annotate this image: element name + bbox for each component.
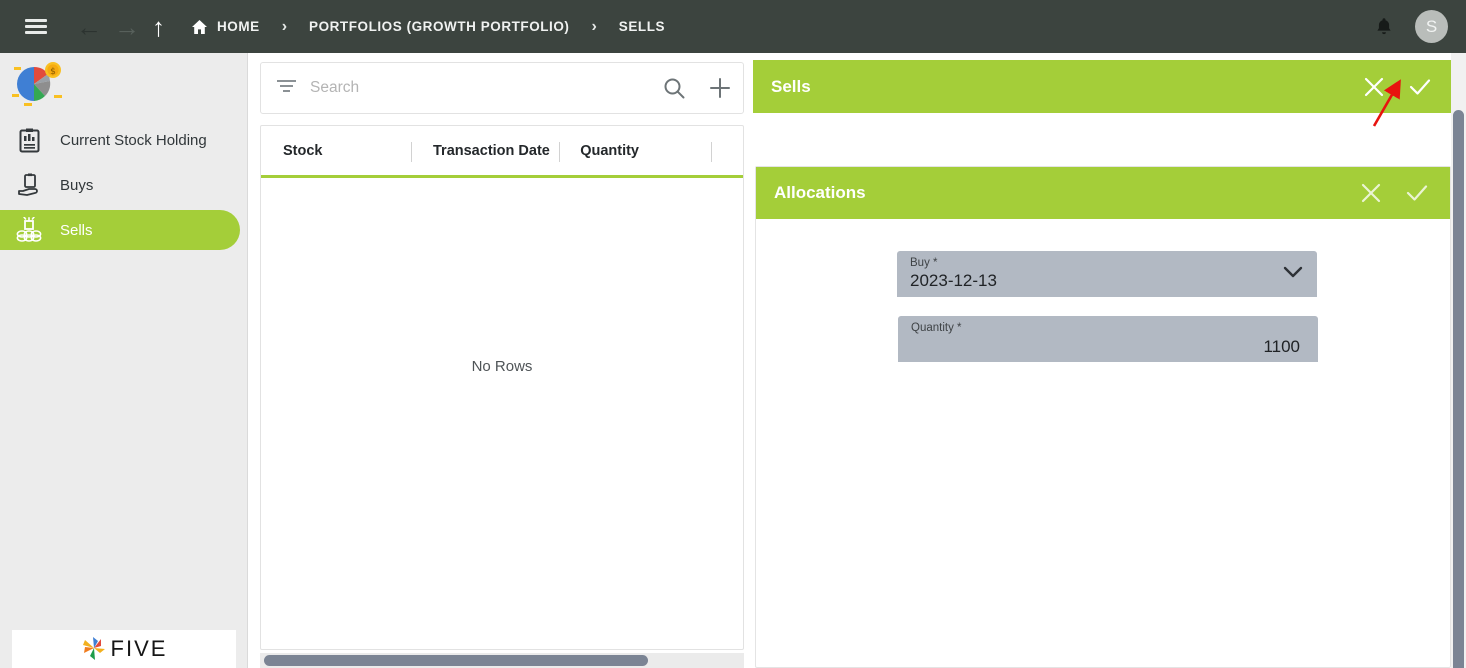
sidebar-item-label: Buys <box>60 176 94 194</box>
allocations-confirm-button[interactable] <box>1394 167 1440 219</box>
list-horizontal-scrollbar[interactable] <box>260 653 744 668</box>
search-input[interactable] <box>310 79 651 97</box>
breadcrumb-label: HOME <box>217 19 260 34</box>
sidebar: $ Current Stock Holding Buys Sells FIVE <box>0 53 248 668</box>
arrow-right-icon[interactable]: → <box>114 14 140 40</box>
home-icon <box>192 19 207 34</box>
column-divider[interactable] <box>711 142 712 162</box>
top-bar-right: S <box>1367 0 1466 53</box>
chevron-down-icon[interactable] <box>1283 265 1303 284</box>
hamburger-icon[interactable] <box>16 0 56 53</box>
allocations-panel-header: Allocations <box>756 167 1450 219</box>
column-divider[interactable] <box>411 142 412 162</box>
sells-panel-header: Sells <box>753 60 1453 113</box>
avatar-initial: S <box>1425 16 1438 36</box>
quantity-field-label: Quantity * <box>911 322 962 334</box>
avatar[interactable]: S <box>1415 10 1448 43</box>
bell-icon[interactable] <box>1367 0 1401 53</box>
arrow-left-icon[interactable]: ← <box>76 14 102 40</box>
pie-chart-coin-logo: $ <box>12 62 62 106</box>
sidebar-item-current-stock-holding[interactable]: Current Stock Holding <box>0 120 240 160</box>
list-horizontal-scrollbar-thumb[interactable] <box>264 655 648 666</box>
sidebar-nav: Current Stock Holding Buys Sells <box>0 115 248 255</box>
breadcrumb-separator: › <box>281 17 288 35</box>
breadcrumb-item-home[interactable]: HOME <box>191 19 260 35</box>
quantity-field-value: 1100 <box>1263 337 1300 356</box>
check-icon <box>1406 185 1428 201</box>
table-column-header-stock[interactable]: Stock <box>283 143 323 159</box>
detail-vertical-scrollbar-thumb[interactable] <box>1453 110 1464 668</box>
sells-close-button[interactable] <box>1351 60 1397 113</box>
table-header-row: Stock Transaction Date Quantity <box>261 126 743 178</box>
sidebar-item-label: Sells <box>60 221 93 239</box>
breadcrumb-separator: › <box>591 17 597 35</box>
search-icon[interactable] <box>651 62 697 114</box>
allocations-panel-title: Allocations <box>774 183 866 202</box>
allocations-panel: Allocations Buy * 2023-12-13 Quantity * … <box>755 166 1451 668</box>
filter-icon[interactable] <box>277 79 296 98</box>
close-icon <box>1361 183 1381 203</box>
allocations-panel-actions <box>1348 167 1440 219</box>
report-clipboard-icon <box>12 125 46 155</box>
buy-select-field[interactable]: Buy * 2023-12-13 <box>897 251 1317 297</box>
breadcrumb-item-portfolios[interactable]: PORTFOLIOS (GROWTH PORTFOLIO) <box>309 19 569 34</box>
five-logo-text: FIVE <box>110 636 168 661</box>
table-column-header-transaction-date[interactable]: Transaction Date <box>433 143 550 159</box>
sidebar-item-buys[interactable]: Buys <box>0 165 240 205</box>
close-icon <box>1364 77 1384 96</box>
svg-text:$: $ <box>50 67 56 77</box>
top-bar: ← → ↑ HOME › PORTFOLIOS (GROWTH PORTFOLI… <box>0 0 1466 53</box>
sidebar-item-sells[interactable]: Sells <box>0 210 240 250</box>
records-table: Stock Transaction Date Quantity No Rows <box>260 125 744 650</box>
plus-icon[interactable] <box>697 62 743 114</box>
arrow-up-icon[interactable]: ↑ <box>152 14 165 40</box>
sells-panel-actions <box>1351 60 1443 113</box>
five-pinwheel-icon <box>82 637 105 660</box>
buy-field-label: Buy * <box>910 257 938 269</box>
quantity-input-field[interactable]: Quantity * 1100 <box>898 316 1318 362</box>
detail-pane: Sells Allocations Buy * 2023-12-13 Quant… <box>753 53 1453 668</box>
app-root: ← → ↑ HOME › PORTFOLIOS (GROWTH PORTFOLI… <box>0 0 1466 668</box>
hand-clipboard-icon <box>12 170 46 200</box>
detail-vertical-scrollbar[interactable] <box>1451 53 1466 668</box>
check-icon <box>1409 78 1431 95</box>
money-stack-icon <box>12 215 46 245</box>
buy-field-value: 2023-12-13 <box>910 271 997 290</box>
breadcrumb-item-sells[interactable]: SELLS <box>619 19 665 34</box>
sidebar-item-label: Current Stock Holding <box>60 131 207 149</box>
sells-panel-title: Sells <box>771 76 811 96</box>
table-column-header-quantity[interactable]: Quantity <box>580 143 639 159</box>
search-bar <box>260 62 744 114</box>
column-divider[interactable] <box>559 142 560 162</box>
sells-confirm-button[interactable] <box>1397 60 1443 113</box>
list-panel: Stock Transaction Date Quantity No Rows <box>260 53 744 668</box>
five-brand-logo: FIVE <box>12 630 236 668</box>
table-empty-message: No Rows <box>471 358 533 375</box>
breadcrumb: HOME › PORTFOLIOS (GROWTH PORTFOLIO) › S… <box>191 18 665 36</box>
allocations-close-button[interactable] <box>1348 167 1394 219</box>
